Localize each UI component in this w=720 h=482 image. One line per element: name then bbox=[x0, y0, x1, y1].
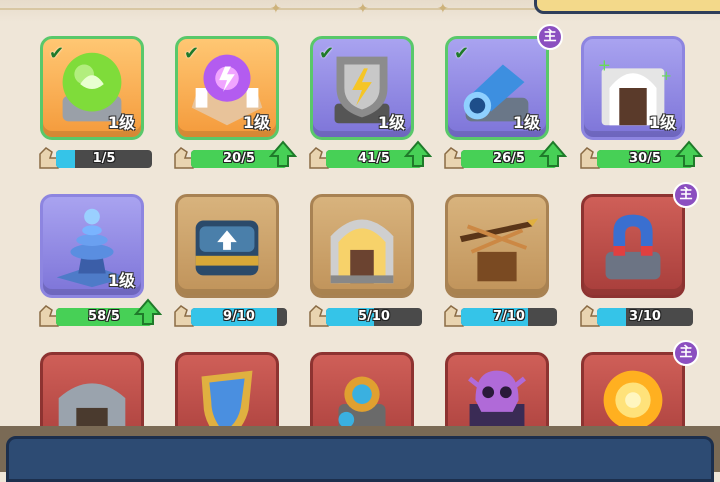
progress-text: 3/10 bbox=[629, 309, 661, 324]
supply-crate-icon bbox=[195, 220, 259, 276]
star-decor-icon: ✦ bbox=[270, 1, 282, 17]
item-card-ballista[interactable]: 7/10 bbox=[441, 180, 577, 327]
primary-badge: 主 bbox=[537, 24, 563, 50]
primary-badge: 主 bbox=[673, 340, 699, 366]
item-card-magnet[interactable]: 主 3/10 bbox=[577, 180, 713, 327]
progress-text: 5/10 bbox=[358, 309, 390, 324]
item-tile[interactable]: ✔ 1级 bbox=[175, 36, 279, 140]
item-tile[interactable] bbox=[581, 194, 685, 298]
progress-bar: 3/10 bbox=[597, 308, 693, 326]
stone-gate-icon bbox=[58, 383, 126, 426]
item-card-skull-totem[interactable] bbox=[441, 338, 577, 426]
skull-totem-icon bbox=[468, 370, 526, 426]
level-label: 1级 bbox=[107, 113, 135, 132]
item-tile[interactable] bbox=[175, 194, 279, 298]
progress-text: 1/5 bbox=[92, 151, 116, 166]
check-icon: ✔ bbox=[454, 43, 470, 64]
item-card-orb-tower[interactable] bbox=[306, 338, 442, 426]
item-card-fire-orb[interactable]: 主 bbox=[577, 338, 713, 426]
check-icon: ✔ bbox=[49, 43, 65, 64]
item-tile[interactable] bbox=[445, 352, 549, 426]
level-label: 1级 bbox=[242, 113, 270, 132]
level-label: 1级 bbox=[512, 113, 540, 132]
orb-tower-icon bbox=[338, 376, 386, 426]
item-card-tesla-tower[interactable]: 1级 58/5 bbox=[36, 180, 172, 327]
item-tile[interactable] bbox=[175, 352, 279, 426]
item-card-lightning-shield[interactable]: ✔ 1级 41/5 bbox=[306, 22, 442, 169]
item-tile[interactable]: ✔ 1级 bbox=[445, 36, 549, 140]
star-decor-icon: ✦ bbox=[437, 1, 449, 17]
blue-shield-icon bbox=[201, 370, 253, 426]
item-tile[interactable]: + +1级 bbox=[581, 36, 685, 140]
item-tile[interactable] bbox=[581, 352, 685, 426]
svg-text:+: + bbox=[660, 68, 672, 84]
bottom-panel bbox=[6, 436, 714, 482]
progress-text: 9/10 bbox=[223, 309, 255, 324]
top-decor-bar: ✦ ✦ ✦ bbox=[0, 0, 720, 22]
svg-text:+: + bbox=[598, 55, 611, 74]
bottom-bar bbox=[0, 426, 720, 482]
primary-badge: 主 bbox=[673, 182, 699, 208]
item-card-golden-gate[interactable]: 5/10 bbox=[306, 180, 442, 327]
top-right-panel bbox=[534, 0, 720, 14]
item-card-supply-crate[interactable]: 9/10 bbox=[171, 180, 307, 327]
item-tile[interactable] bbox=[310, 352, 414, 426]
item-card-healing-gate[interactable]: + +1级 30/5 bbox=[577, 22, 713, 169]
upgrade-arrow-icon[interactable] bbox=[403, 140, 433, 168]
item-card-stone-gate[interactable] bbox=[36, 338, 172, 426]
item-tile[interactable]: ✔ 1级 bbox=[40, 36, 144, 140]
item-tile[interactable] bbox=[445, 194, 549, 298]
item-card-blue-cannon[interactable]: ✔ 1级主 26/5 bbox=[441, 22, 577, 169]
progress-bar: 7/10 bbox=[461, 308, 557, 326]
upgrade-arrow-icon[interactable] bbox=[538, 140, 568, 168]
level-label: 1级 bbox=[107, 271, 135, 290]
golden-gate-icon bbox=[330, 219, 394, 284]
item-card-purple-crystal[interactable]: ✔ 1级 20/5 bbox=[171, 22, 307, 169]
item-card-green-orb[interactable]: ✔ 1级 1/5 bbox=[36, 22, 172, 169]
fire-orb-icon bbox=[603, 370, 663, 426]
check-icon: ✔ bbox=[319, 43, 335, 64]
upgrade-arrow-icon[interactable] bbox=[674, 140, 704, 168]
check-icon: ✔ bbox=[184, 43, 200, 64]
progress-bar: 1/5 bbox=[56, 150, 152, 168]
item-tile[interactable] bbox=[40, 352, 144, 426]
upgrade-arrow-icon[interactable] bbox=[268, 140, 298, 168]
upgrade-arrow-icon[interactable] bbox=[133, 298, 163, 326]
star-decor-icon: ✦ bbox=[357, 1, 369, 17]
ballista-icon bbox=[459, 218, 539, 282]
item-tile[interactable] bbox=[310, 194, 414, 298]
progress-bar: 5/10 bbox=[326, 308, 422, 326]
item-tile[interactable]: 1级 bbox=[40, 194, 144, 298]
magnet-icon bbox=[605, 214, 661, 280]
item-card-blue-shield[interactable] bbox=[171, 338, 307, 426]
item-grid: ✔ 1级 1/5 ✔ 1级 20/5 ✔ 1级 41/5 ✔ 1级主 26/5 + +1级 30/5 1级 58… bbox=[0, 22, 720, 426]
level-label: 1级 bbox=[377, 113, 405, 132]
level-label: 1级 bbox=[648, 113, 676, 132]
progress-text: 7/10 bbox=[493, 309, 525, 324]
progress-bar: 9/10 bbox=[191, 308, 287, 326]
item-tile[interactable]: ✔ 1级 bbox=[310, 36, 414, 140]
